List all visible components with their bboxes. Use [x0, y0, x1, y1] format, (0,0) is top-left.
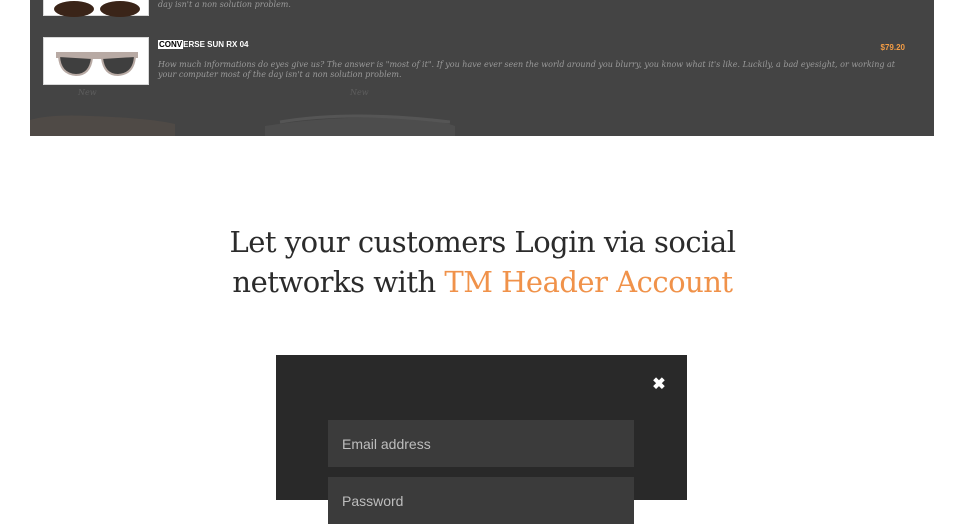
- product-description: How much informations do eyes give us? T…: [158, 60, 896, 79]
- headline-line-2: networks with TM Header Account: [0, 262, 965, 302]
- password-field[interactable]: [328, 477, 634, 524]
- sunglasses-image: [54, 1, 140, 17]
- product-title[interactable]: CONVERSE SUN RX 04: [158, 39, 248, 50]
- product-price: $79.20: [880, 43, 905, 52]
- product-title-rest: ERSE SUN RX 04: [183, 40, 249, 49]
- product-list-preview: day isn't a non solution problem. CONVER…: [30, 0, 934, 136]
- new-badge: New: [78, 88, 97, 97]
- product-thumbnail[interactable]: [43, 37, 149, 85]
- new-badge: New: [350, 88, 369, 97]
- product-title-highlight: CONV: [158, 40, 184, 49]
- product-description-top: day isn't a non solution problem.: [158, 0, 291, 9]
- headline-line-1: Let your customers Login via social: [229, 225, 736, 259]
- product-thumbnail-top[interactable]: [43, 0, 149, 17]
- headline-line-2-prefix: networks with: [232, 265, 445, 299]
- email-field[interactable]: [328, 420, 634, 467]
- close-icon[interactable]: ✖: [650, 376, 668, 394]
- login-modal: ✖: [276, 355, 687, 524]
- section-headline: Let your customers Login via social netw…: [0, 222, 965, 302]
- sunglasses-image: [56, 52, 138, 77]
- headline-accent-text: TM Header Account: [444, 265, 733, 299]
